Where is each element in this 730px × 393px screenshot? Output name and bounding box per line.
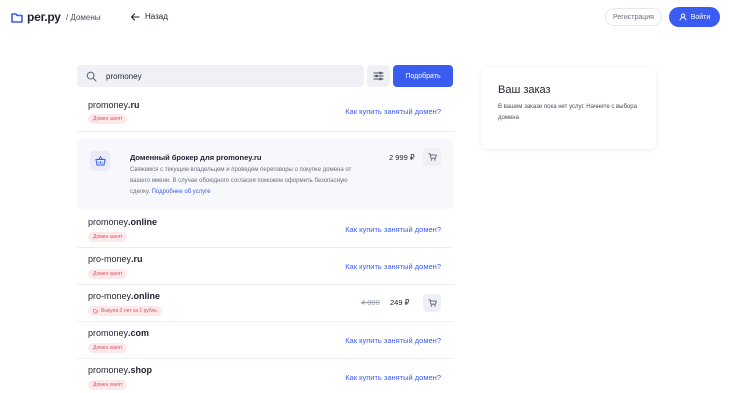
- domain-name[interactable]: pro-money.online: [88, 291, 160, 301]
- logo[interactable]: рег.ру: [11, 10, 61, 24]
- logo-icon: [11, 12, 23, 23]
- status-badge: Домен занят: [88, 232, 128, 242]
- cart-icon: [428, 299, 437, 307]
- sliders-icon: [373, 71, 384, 81]
- domain-row: promoney.com Домен занят Как купить заня…: [77, 322, 453, 359]
- filter-button[interactable]: [367, 65, 390, 87]
- how-to-buy-link[interactable]: Как купить занятый домен?: [345, 336, 441, 345]
- domain-row: pro-money.online Выкупа 2 лет за 1 рубль…: [77, 285, 453, 322]
- how-to-buy-link[interactable]: Как купить занятый домен?: [345, 107, 441, 116]
- logo-text: рег.ру: [27, 10, 61, 24]
- cart-icon: [428, 153, 437, 161]
- status-badge: Домен занят: [88, 114, 128, 124]
- domain-row: promoney.online Домен занят Как купить з…: [77, 211, 453, 248]
- domain-name[interactable]: promoney.online: [88, 217, 157, 227]
- order-title: Ваш заказ: [498, 84, 551, 96]
- broker-icon-box: [90, 151, 110, 171]
- domain-row: promoney.shop Домен занят Как купить зан…: [77, 359, 453, 393]
- domain-row: pro-money.ru Домен занят Как купить заня…: [77, 248, 453, 285]
- search-input[interactable]: [106, 71, 346, 81]
- broker-price: 2 999 ₽: [389, 153, 415, 162]
- broker-description: Свяжемся с текущим владельцем и проведем…: [130, 167, 352, 195]
- old-price: 4 000: [361, 298, 380, 307]
- breadcrumb[interactable]: / Домены: [66, 13, 101, 22]
- promo-label: Выкупа 2 лет за 1 рубль: [101, 308, 158, 314]
- domain-name[interactable]: promoney.com: [88, 328, 149, 338]
- status-badge: Домен занят: [88, 269, 128, 279]
- how-to-buy-link[interactable]: Как купить занятый домен?: [345, 262, 441, 271]
- status-badge: Домен занят: [88, 380, 128, 390]
- search-submit-button[interactable]: Подобрать: [393, 65, 453, 87]
- domain-price: 249 ₽: [390, 298, 410, 307]
- domain-row: promoney.ru Домен занят Как купить занят…: [77, 95, 453, 132]
- broker-offer: Доменный брокер для promoney.ru Свяжемся…: [77, 139, 453, 209]
- order-summary-card: Ваш заказ В вашем заказе пока нет услуг.…: [482, 67, 656, 149]
- tag-icon: [93, 308, 98, 314]
- register-button[interactable]: Регистрация: [605, 8, 662, 26]
- status-badge: Домен занят: [88, 343, 128, 353]
- back-button[interactable]: Назад: [130, 12, 168, 21]
- domain-name[interactable]: promoney.ru: [88, 100, 140, 110]
- login-label: Войти: [690, 13, 711, 21]
- broker-more-link[interactable]: Подробнее об услуге: [152, 189, 211, 195]
- add-to-cart-button[interactable]: [423, 148, 441, 166]
- arrow-left-icon: [130, 12, 140, 21]
- domain-name[interactable]: pro-money.ru: [88, 254, 143, 264]
- search-icon: [86, 71, 97, 82]
- domain-name[interactable]: promoney.shop: [88, 365, 152, 375]
- how-to-buy-link[interactable]: Как купить занятый домен?: [345, 373, 441, 382]
- user-icon: [679, 13, 687, 21]
- promo-badge: Выкупа 2 лет за 1 рубль: [88, 306, 163, 316]
- search-bar: [77, 65, 364, 87]
- login-button[interactable]: Войти: [669, 7, 720, 27]
- basket-icon: [94, 156, 106, 166]
- order-empty-text: В вашем заказе пока нет услуг. Начните с…: [498, 104, 637, 121]
- broker-title: Доменный брокер для promoney.ru: [130, 153, 262, 162]
- back-label: Назад: [145, 12, 168, 21]
- how-to-buy-link[interactable]: Как купить занятый домен?: [345, 225, 441, 234]
- add-to-cart-button[interactable]: [423, 294, 441, 312]
- top-bar: рег.ру / Домены Назад Регистрация Войти: [0, 0, 730, 36]
